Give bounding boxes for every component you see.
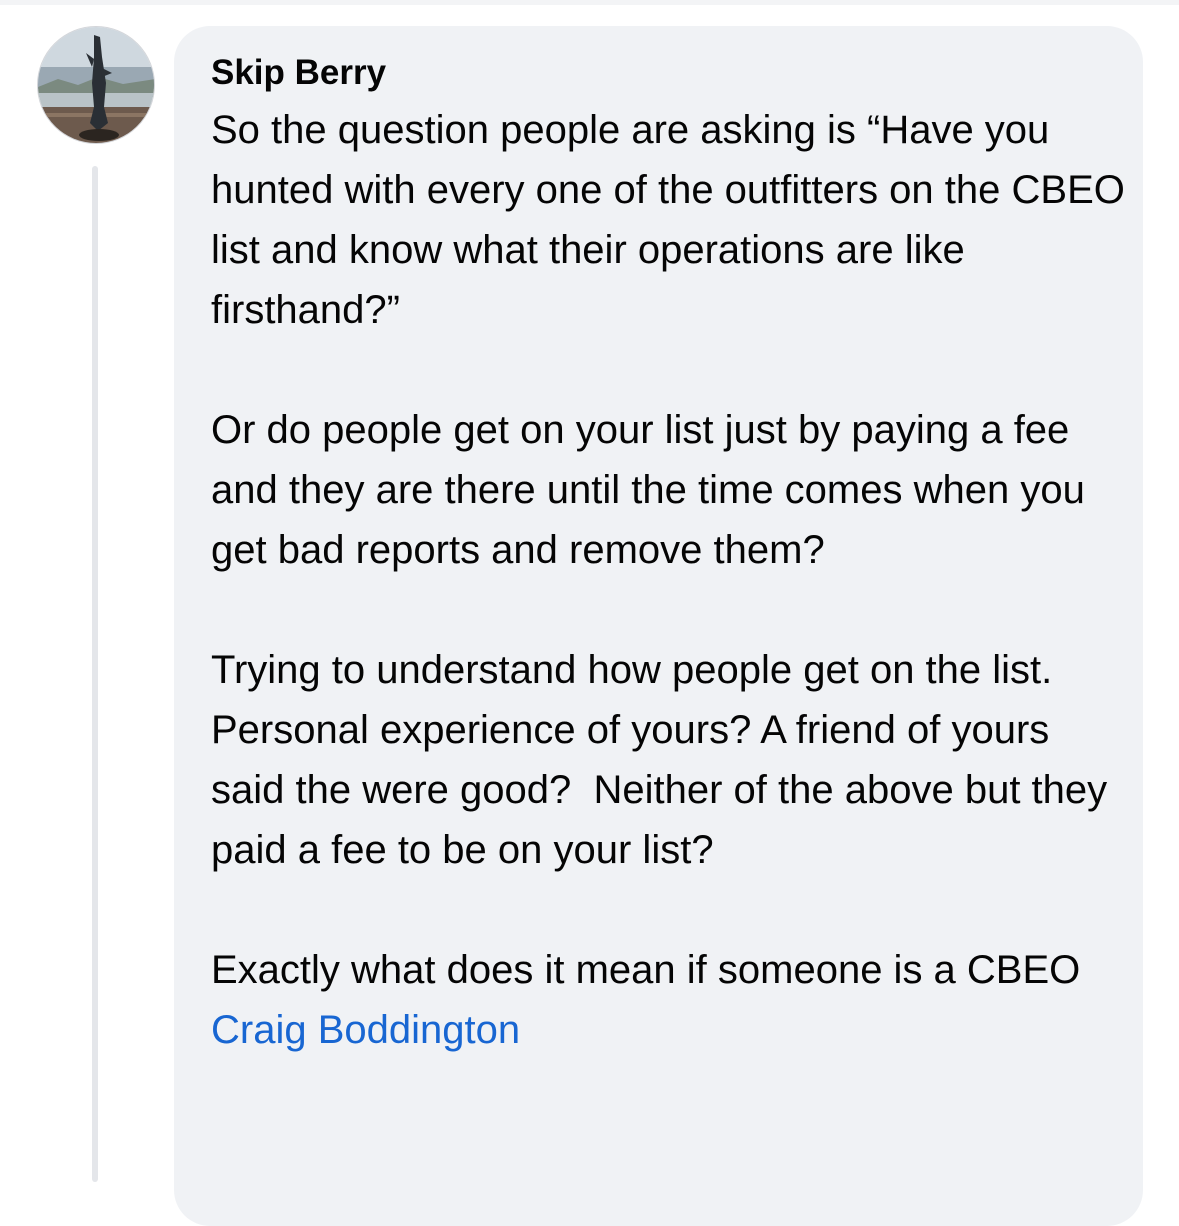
comment-author-name[interactable]: Skip Berry xyxy=(211,52,386,94)
comment-text: So the question people are asking is “Ha… xyxy=(211,100,1126,1060)
mention-link[interactable]: Craig Boddington xyxy=(211,1008,520,1052)
comment-paragraph-2: Or do people get on your list just by pa… xyxy=(211,408,1096,572)
top-divider xyxy=(0,0,1179,5)
avatar-photo xyxy=(38,27,154,143)
comment-paragraph-4: Exactly what does it mean if someone is … xyxy=(211,940,1126,1060)
comment-paragraph-1: So the question people are asking is “Ha… xyxy=(211,108,1125,332)
reply-thread-line xyxy=(92,166,98,1182)
avatar[interactable] xyxy=(37,26,155,144)
comment-paragraph-4-text: Exactly what does it mean if someone is … xyxy=(211,948,1092,992)
comment-paragraph-3: Trying to understand how people get on t… xyxy=(211,648,1119,872)
